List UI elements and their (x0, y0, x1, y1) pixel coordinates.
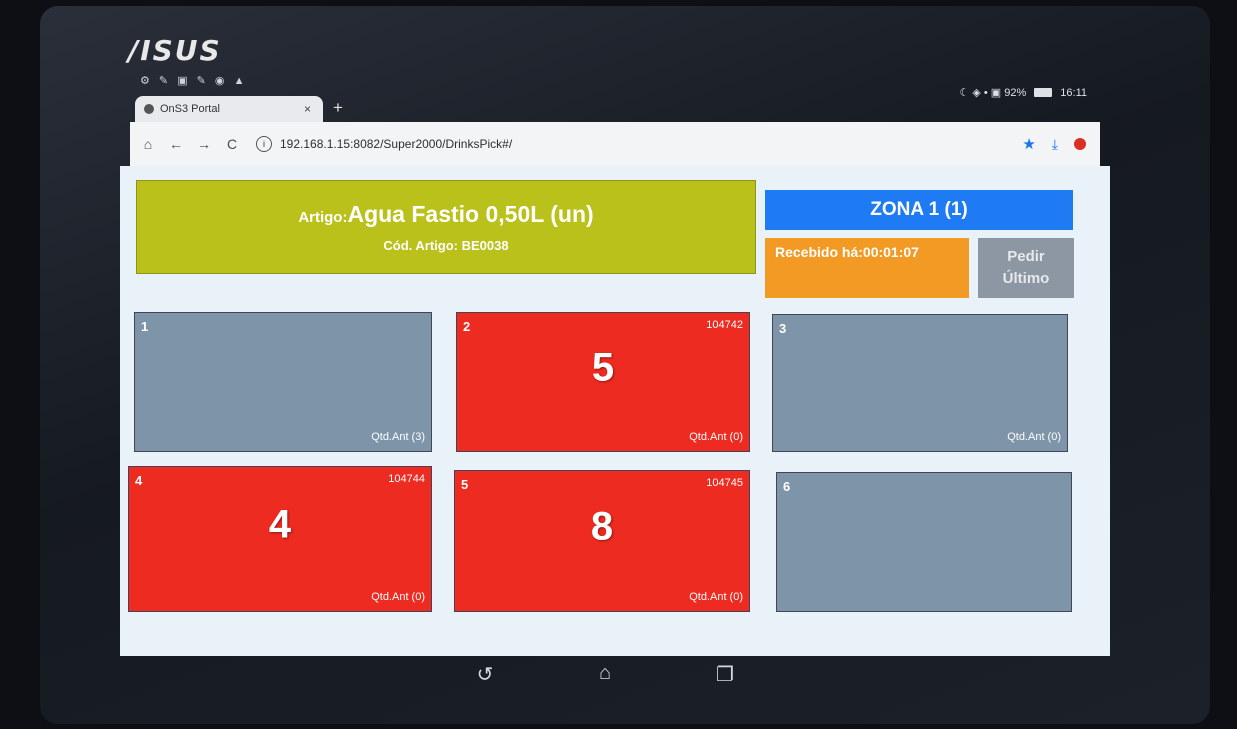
back-softkey-icon[interactable]: ↺ (455, 662, 515, 692)
close-tab-button[interactable]: × (304, 102, 311, 116)
back-button[interactable]: ← (162, 136, 190, 152)
received-time: 00:01:07 (862, 244, 919, 260)
pick-cell-2[interactable]: 2 104742 5 Qtd.Ant (0) (456, 312, 750, 452)
received-label: Recebido há: (775, 244, 863, 260)
pick-cell-3[interactable]: 3 Qtd.Ant (0) (772, 314, 1068, 452)
cell-number: 6 (783, 479, 791, 494)
received-timer: Recebido há:00:01:07 (765, 238, 969, 298)
cell-number: 3 (779, 321, 787, 336)
cell-previous-qty: Qtd.Ant (0) (1007, 431, 1061, 443)
tab-title: OnS3 Portal (160, 103, 220, 115)
cell-quantity: 4 (268, 502, 292, 547)
cell-code: 104744 (388, 473, 425, 485)
pick-cell-1[interactable]: 1 Qtd.Ant (3) (134, 312, 432, 452)
reload-button[interactable]: C (218, 136, 246, 152)
browser-tab[interactable]: OnS3 Portal × (135, 96, 323, 122)
cell-previous-qty: Qtd.Ant (0) (371, 591, 425, 603)
favicon-icon (144, 104, 154, 114)
article-label: Artigo: (298, 209, 348, 226)
article-code: BE0038 (461, 238, 509, 253)
new-tab-button[interactable]: + (333, 98, 343, 118)
cell-previous-qty: Qtd.Ant (0) (689, 431, 743, 443)
pick-cell-5[interactable]: 5 104745 8 Qtd.Ant (0) (454, 470, 750, 612)
home-button[interactable]: ⌂ (134, 136, 162, 152)
cell-number: 4 (135, 473, 143, 488)
cell-number: 5 (461, 477, 469, 492)
notification-icons: ⚙ ✎ ▣ ✎ ◉ ▲ (140, 75, 248, 87)
zone-button[interactable]: ZONA 1 (1) (765, 190, 1073, 230)
article-title: Artigo:Agua Fastio 0,50L (un) (137, 201, 755, 228)
battery-icon (1034, 88, 1053, 97)
info-icon[interactable]: i (256, 136, 272, 152)
browser-toolbar: ⌂ ← → C i 192.168.1.15:8082/Super2000/Dr… (130, 122, 1100, 166)
request-last-line2: Último (1002, 270, 1050, 287)
android-nav-bar: ↺ ⌂ ❐ (455, 662, 755, 692)
clock: 16:11 (1060, 86, 1087, 99)
article-panel: Artigo:Agua Fastio 0,50L (un) Cód. Artig… (136, 180, 756, 274)
status-indicators: ☾ ◈ • ▣ 92% 16:11 (959, 86, 1087, 100)
cell-quantity: 8 (590, 504, 614, 549)
bookmark-star-icon[interactable]: ★ (1022, 135, 1035, 153)
cell-number: 2 (463, 319, 471, 334)
status-icons: ☾ ◈ • ▣ 92% (959, 87, 1027, 99)
article-name: Agua Fastio 0,50L (un) (347, 201, 594, 227)
cell-code: 104742 (706, 319, 743, 331)
toolbar-actions: ★ ⤓ (1022, 135, 1086, 153)
forward-button[interactable]: → (190, 136, 218, 152)
recents-softkey-icon[interactable]: ❐ (695, 662, 755, 692)
pick-cell-4[interactable]: 4 104744 4 Qtd.Ant (0) (128, 466, 432, 612)
address-bar[interactable]: i 192.168.1.15:8082/Super2000/DrinksPick… (256, 136, 1022, 152)
cell-number: 1 (141, 319, 149, 334)
article-code-label: Cód. Artigo: (383, 238, 462, 253)
request-last-line1: Pedir (1007, 248, 1045, 265)
cell-previous-qty: Qtd.Ant (3) (371, 431, 425, 443)
url-text[interactable]: 192.168.1.15:8082/Super2000/DrinksPick#/ (280, 137, 512, 151)
cell-quantity: 5 (591, 345, 615, 390)
brand-logo: /ISUS (128, 34, 222, 67)
cell-previous-qty: Qtd.Ant (0) (689, 591, 743, 603)
article-code-line: Cód. Artigo: BE0038 (137, 238, 755, 253)
pick-cell-6[interactable]: 6 (776, 472, 1072, 612)
request-last-button[interactable]: Pedir Último (978, 238, 1074, 298)
download-icon[interactable]: ⤓ (1052, 136, 1058, 153)
home-softkey-icon[interactable]: ⌂ (575, 662, 635, 692)
cell-code: 104745 (706, 477, 743, 489)
extension-icon[interactable] (1074, 138, 1086, 150)
drinks-pick-page: Artigo:Agua Fastio 0,50L (un) Cód. Artig… (120, 166, 1110, 656)
